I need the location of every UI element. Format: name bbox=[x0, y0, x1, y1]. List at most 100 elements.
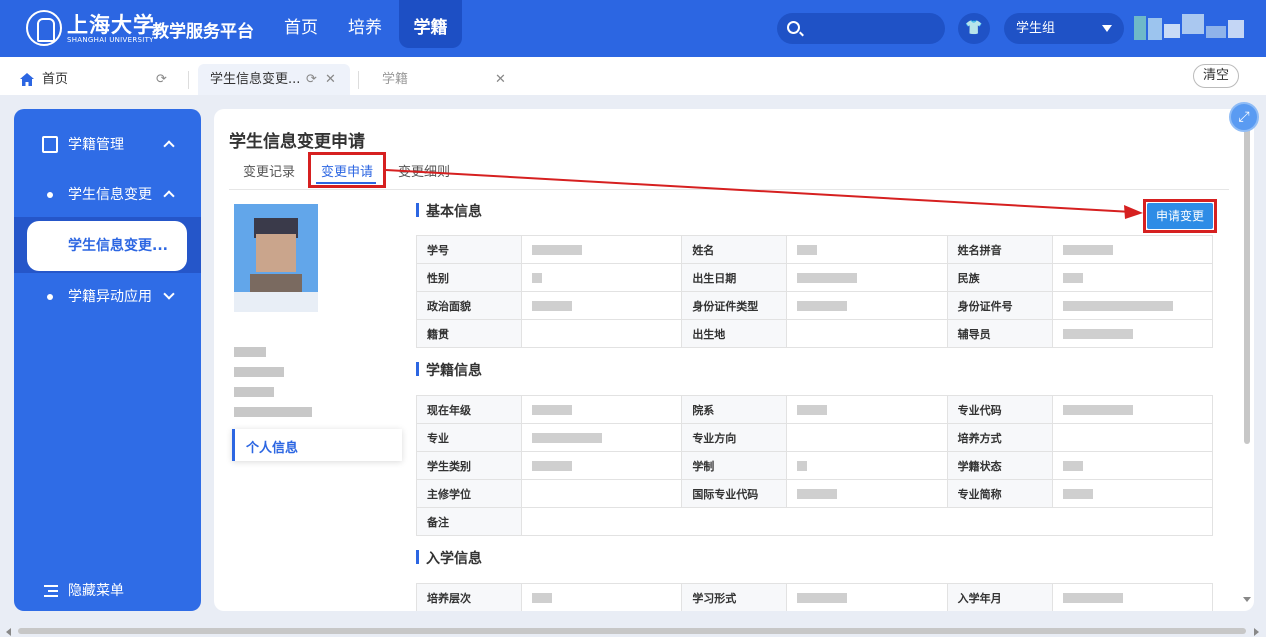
field-label: 出生地 bbox=[681, 319, 788, 348]
field-label: 学号 bbox=[415, 235, 523, 264]
caret-down-icon bbox=[1102, 25, 1112, 32]
tab-change-records[interactable]: 变更记录 bbox=[243, 161, 295, 180]
vertical-scrollbar[interactable] bbox=[1244, 128, 1250, 444]
hide-menu-label: 隐藏菜单 bbox=[68, 583, 124, 599]
scroll-right-arrow-icon[interactable] bbox=[1254, 628, 1259, 636]
field-value bbox=[1051, 291, 1214, 320]
table-row: 主修学位 国际专业代码 专业简称 bbox=[415, 479, 1214, 508]
sidebar-item-info-change[interactable]: 学生信息变更 bbox=[14, 177, 201, 213]
field-value bbox=[521, 291, 683, 320]
personal-info-card[interactable]: 个人信息 bbox=[232, 429, 402, 461]
home-icon bbox=[20, 73, 34, 86]
personal-info-label: 个人信息 bbox=[246, 441, 299, 456]
field-value bbox=[786, 583, 948, 611]
field-label: 学籍状态 bbox=[946, 451, 1053, 480]
field-label: 国际专业代码 bbox=[681, 479, 788, 508]
close-icon[interactable]: ✕ bbox=[495, 64, 506, 95]
field-value bbox=[521, 423, 683, 452]
field-label: 学制 bbox=[681, 451, 788, 480]
refresh-icon[interactable]: ⟳ bbox=[306, 64, 317, 95]
field-value bbox=[521, 451, 683, 480]
bullet-icon bbox=[47, 294, 53, 300]
scroll-left-arrow-icon[interactable] bbox=[6, 628, 11, 636]
search-icon bbox=[787, 21, 800, 34]
field-value bbox=[786, 395, 948, 424]
field-value bbox=[1051, 395, 1214, 424]
menu-collapse-icon bbox=[44, 585, 58, 597]
field-value bbox=[786, 479, 948, 508]
nav-home[interactable]: 首页 bbox=[278, 0, 324, 48]
student-photo bbox=[234, 204, 318, 312]
sidebar-item-info-change-apply[interactable]: 学生信息变更... bbox=[27, 221, 187, 271]
tab-current-label: 学生信息变更... bbox=[210, 72, 301, 87]
tab-student-info-change[interactable]: 学生信息变更... ⟳ ✕ bbox=[198, 64, 350, 95]
field-label: 性别 bbox=[415, 263, 523, 292]
tab-divider bbox=[188, 71, 189, 89]
field-label: 院系 bbox=[681, 395, 788, 424]
table-row: 备注 bbox=[415, 507, 1213, 536]
card-accent-bar bbox=[232, 429, 235, 461]
horizontal-scrollbar[interactable] bbox=[18, 628, 1246, 634]
student-brief-info bbox=[234, 319, 324, 429]
scroll-down-arrow-icon[interactable] bbox=[1243, 597, 1251, 602]
table-row: 籍贯 出生地 辅导员 bbox=[415, 319, 1214, 348]
field-value bbox=[1051, 319, 1214, 348]
annotation-box-button bbox=[1143, 199, 1217, 233]
field-value bbox=[521, 235, 683, 264]
field-value bbox=[521, 479, 683, 508]
field-value bbox=[1051, 583, 1214, 611]
field-value bbox=[786, 451, 948, 480]
sidebar-group-student-status[interactable]: 学籍管理 bbox=[14, 127, 201, 163]
field-value bbox=[1051, 263, 1214, 292]
field-label: 政治面貌 bbox=[415, 291, 523, 320]
university-name-en: SHANGHAI UNIVERSITY bbox=[67, 36, 154, 44]
table-row: 培养层次 学习形式 入学年月 bbox=[415, 583, 1214, 611]
tab-home-label: 首页 bbox=[42, 72, 69, 87]
search-input[interactable] bbox=[777, 13, 945, 44]
field-value bbox=[1051, 423, 1214, 452]
basic-info-table: 学号 姓名 姓名拼音 性别 出生日期 民族 政治面貌 身份证件类型 身份证件号 … bbox=[415, 235, 1214, 348]
field-label: 专业简称 bbox=[946, 479, 1053, 508]
theme-button[interactable]: 👕 bbox=[958, 13, 990, 44]
section-basic-info-title: 基本信息 bbox=[416, 201, 482, 221]
hide-menu-button[interactable]: 隐藏菜单 bbox=[14, 579, 201, 603]
bullet-icon bbox=[47, 192, 53, 198]
expand-icon: ⤢ bbox=[1238, 109, 1250, 125]
table-row: 专业 专业方向 培养方式 bbox=[415, 423, 1214, 452]
nav-student-status[interactable]: 学籍 bbox=[399, 0, 462, 48]
field-value bbox=[1051, 479, 1214, 508]
field-label: 出生日期 bbox=[681, 263, 788, 292]
field-label: 培养方式 bbox=[946, 423, 1053, 452]
field-label: 姓名拼音 bbox=[946, 235, 1053, 264]
tab-home[interactable]: 首页 ⟳ bbox=[20, 64, 188, 95]
table-row: 政治面貌 身份证件类型 身份证件号 bbox=[415, 291, 1214, 320]
tab-change-rules[interactable]: 变更细则 bbox=[398, 161, 450, 180]
field-label: 现在年级 bbox=[415, 395, 523, 424]
sidebar-item-status-change-app[interactable]: 学籍异动应用 bbox=[14, 279, 201, 315]
field-label: 身份证件号 bbox=[946, 291, 1053, 320]
user-avatar[interactable] bbox=[1134, 14, 1244, 42]
field-label: 专业方向 bbox=[681, 423, 788, 452]
field-value bbox=[521, 263, 683, 292]
sidebar: 学籍管理 学生信息变更 学生信息变更... 学籍异动应用 隐藏菜单 bbox=[14, 109, 201, 611]
field-label: 备注 bbox=[415, 507, 523, 536]
field-label: 学习形式 bbox=[681, 583, 788, 611]
tab-divider bbox=[229, 189, 1229, 190]
enroll-info-table: 培养层次 学习形式 入学年月 bbox=[415, 583, 1214, 611]
tab-student-status[interactable]: 学籍 ✕ bbox=[370, 64, 520, 95]
clear-tabs-button[interactable]: 清空 bbox=[1193, 64, 1239, 88]
close-icon[interactable]: ✕ bbox=[325, 64, 336, 95]
field-label: 入学年月 bbox=[946, 583, 1053, 611]
refresh-icon[interactable]: ⟳ bbox=[156, 64, 167, 95]
field-value bbox=[786, 291, 948, 320]
shirt-icon: 👕 bbox=[965, 20, 983, 36]
tab-other-label: 学籍 bbox=[382, 72, 409, 87]
fullscreen-expand-button[interactable]: ⤢ bbox=[1229, 102, 1259, 132]
field-value bbox=[1051, 235, 1214, 264]
field-value bbox=[786, 263, 948, 292]
sidebar-item-label: 学生信息变更 bbox=[68, 187, 152, 203]
role-select[interactable]: 学生组 bbox=[1004, 13, 1124, 44]
field-label: 专业代码 bbox=[946, 395, 1053, 424]
nav-training[interactable]: 培养 bbox=[342, 0, 388, 48]
section-enroll-info-title: 入学信息 bbox=[416, 548, 482, 568]
